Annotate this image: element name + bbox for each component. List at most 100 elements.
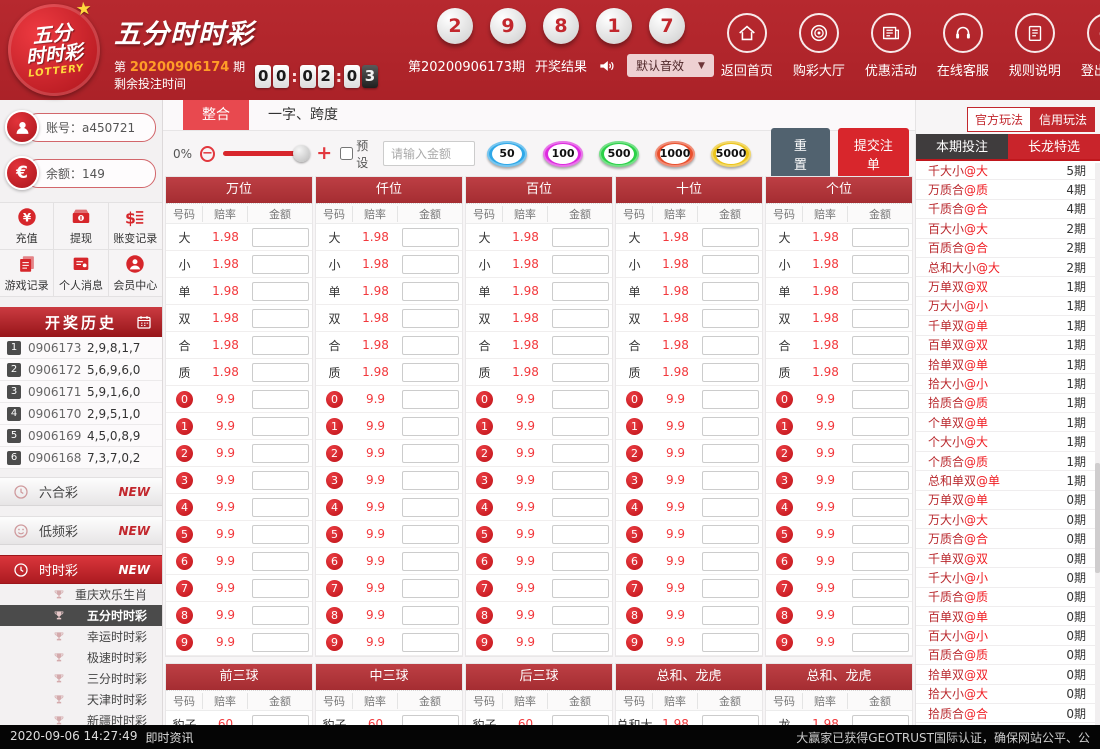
bet-amount-input[interactable] (252, 336, 309, 355)
chip-100[interactable]: 100 (543, 141, 583, 167)
bet-amount-input[interactable] (702, 633, 759, 652)
streak-row[interactable]: 百大小@小0期 (916, 626, 1100, 645)
bet-amount-input[interactable] (252, 309, 309, 328)
streak-row[interactable]: 千单双@单1期 (916, 316, 1100, 335)
bet-amount-input[interactable] (702, 606, 759, 625)
speaker-icon[interactable] (597, 56, 617, 76)
nav-item-service[interactable]: 在线客服 (930, 13, 996, 100)
bet-amount-input[interactable] (252, 552, 309, 571)
bet-amount-input[interactable] (252, 444, 309, 463)
bet-amount-input[interactable] (402, 715, 459, 726)
bet-amount-input[interactable] (552, 471, 609, 490)
sidebar-submenu-item-1[interactable]: 五分时时彩 (0, 605, 162, 626)
bet-amount-input[interactable] (552, 444, 609, 463)
quick-messages-button[interactable]: 个人消息 (54, 250, 107, 296)
sound-select[interactable]: 默认音效 ▼ (627, 54, 714, 77)
right-tab-0[interactable]: 本期投注 (916, 134, 1008, 159)
play-mode-button-0[interactable]: 官方玩法 (967, 107, 1031, 132)
bet-amount-input[interactable] (402, 336, 459, 355)
streak-row[interactable]: 千大小@大5期 (916, 161, 1100, 180)
streak-row[interactable]: 万单双@双1期 (916, 277, 1100, 296)
bet-amount-input[interactable] (702, 715, 759, 726)
bet-amount-input[interactable] (702, 228, 759, 247)
bet-amount-input[interactable] (702, 525, 759, 544)
bet-amount-input[interactable] (852, 309, 909, 328)
main-tab-1[interactable]: 一字、跨度 (249, 100, 357, 130)
bet-amount-input[interactable] (552, 633, 609, 652)
streak-row[interactable]: 百单双@单0期 (916, 607, 1100, 626)
streak-row[interactable]: 百大小@大2期 (916, 219, 1100, 238)
streak-row[interactable]: 拾质合@质1期 (916, 394, 1100, 413)
play-mode-button-1[interactable]: 信用玩法 (1031, 107, 1095, 132)
bet-amount-input[interactable] (252, 255, 309, 274)
bet-amount-input[interactable] (402, 417, 459, 436)
bet-amount-input[interactable] (702, 309, 759, 328)
slider-minus-button[interactable]: − (200, 146, 215, 162)
streak-row[interactable]: 千质合@合4期 (916, 200, 1100, 219)
amount-input[interactable] (383, 141, 475, 166)
chip-5000[interactable]: 5000 (711, 141, 751, 167)
bet-amount-input[interactable] (552, 228, 609, 247)
bet-amount-input[interactable] (402, 228, 459, 247)
streak-row[interactable]: 千单双@双0期 (916, 549, 1100, 568)
bet-amount-input[interactable] (252, 525, 309, 544)
bet-amount-input[interactable] (852, 579, 909, 598)
preset-checkbox[interactable] (340, 147, 353, 160)
streak-row[interactable]: 个单双@双0期 (916, 723, 1100, 725)
streak-row[interactable]: 个大小@大1期 (916, 432, 1100, 451)
submit-button[interactable]: 提交注单 (838, 128, 909, 180)
bet-amount-input[interactable] (552, 552, 609, 571)
bet-amount-input[interactable] (402, 309, 459, 328)
chip-50[interactable]: 50 (487, 141, 527, 167)
bet-amount-input[interactable] (702, 498, 759, 517)
bet-amount-input[interactable] (402, 552, 459, 571)
bet-amount-input[interactable] (702, 336, 759, 355)
bet-amount-input[interactable] (402, 498, 459, 517)
quick-member-button[interactable]: 会员中心 (109, 250, 162, 296)
bet-amount-input[interactable] (402, 255, 459, 274)
bet-amount-input[interactable] (402, 606, 459, 625)
bet-amount-input[interactable] (252, 579, 309, 598)
sidebar-submenu-item-3[interactable]: 极速时时彩 (0, 647, 162, 668)
quick-game-records-button[interactable]: 游戏记录 (0, 250, 53, 296)
bet-amount-input[interactable] (552, 336, 609, 355)
nav-item-lobby[interactable]: 购彩大厅 (786, 13, 852, 100)
rebate-slider[interactable] (223, 151, 308, 156)
bet-amount-input[interactable] (252, 417, 309, 436)
bet-amount-input[interactable] (852, 444, 909, 463)
streak-row[interactable]: 万大小@大0期 (916, 510, 1100, 529)
streak-row[interactable]: 拾大小@小1期 (916, 374, 1100, 393)
nav-item-home[interactable]: 返回首页 (714, 13, 780, 100)
bet-amount-input[interactable] (552, 390, 609, 409)
calendar-icon[interactable] (135, 313, 153, 331)
bet-amount-input[interactable] (402, 363, 459, 382)
bet-amount-input[interactable] (702, 282, 759, 301)
bet-amount-input[interactable] (552, 282, 609, 301)
nav-item-promotions[interactable]: 优惠活动 (858, 13, 924, 100)
sidebar-submenu-item-2[interactable]: 幸运时时彩 (0, 626, 162, 647)
streak-row[interactable]: 拾大小@大0期 (916, 685, 1100, 704)
bet-amount-input[interactable] (852, 552, 909, 571)
sidebar-menu-item-0[interactable]: 六合彩NEW (0, 477, 162, 506)
bet-amount-input[interactable] (702, 255, 759, 274)
sidebar-submenu-item-6[interactable]: 新疆时时彩 (0, 710, 162, 725)
sidebar-submenu-item-0[interactable]: 重庆欢乐生肖 (0, 584, 162, 605)
streak-row[interactable]: 拾单双@双0期 (916, 665, 1100, 684)
bet-amount-input[interactable] (402, 579, 459, 598)
bet-amount-input[interactable] (402, 390, 459, 409)
streak-row[interactable]: 拾单双@单1期 (916, 355, 1100, 374)
bet-amount-input[interactable] (552, 606, 609, 625)
bet-amount-input[interactable] (852, 715, 909, 726)
sidebar-menu-item-2[interactable]: 时时彩NEW (0, 555, 162, 584)
bet-amount-input[interactable] (852, 498, 909, 517)
bet-amount-input[interactable] (552, 417, 609, 436)
right-tab-1[interactable]: 长龙特选 (1008, 134, 1100, 159)
bet-amount-input[interactable] (852, 255, 909, 274)
bet-amount-input[interactable] (252, 228, 309, 247)
bet-amount-input[interactable] (552, 579, 609, 598)
streak-row[interactable]: 百质合@合2期 (916, 239, 1100, 258)
chip-1000[interactable]: 1000 (655, 141, 695, 167)
sidebar-submenu-item-5[interactable]: 天津时时彩 (0, 689, 162, 710)
nav-item-logout[interactable]: 登出账号 (1074, 13, 1100, 100)
chip-500[interactable]: 500 (599, 141, 639, 167)
